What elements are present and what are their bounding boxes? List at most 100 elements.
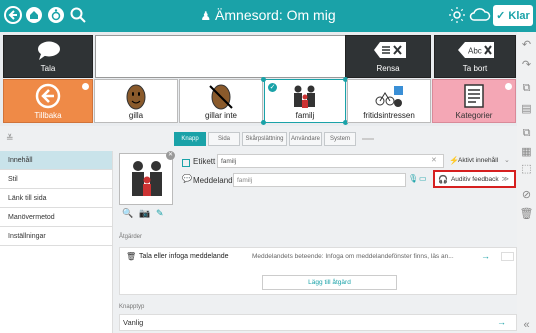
action-card: 🗑 Tala eller infoga meddelande Meddeland…: [119, 247, 517, 295]
sidebar-item-label: Stil: [8, 175, 18, 183]
tab-knapp-label: Knapp: [181, 136, 199, 142]
back-tile[interactable]: Tillbaka: [3, 79, 93, 123]
text-label-icon: [182, 159, 190, 167]
tile-kategorier[interactable]: Kategorier: [432, 79, 516, 123]
backspace-icon: Abc: [458, 42, 494, 58]
talk-label: Tala: [40, 64, 56, 73]
section-knapptyp: Knapptyp: [119, 304, 145, 310]
drag-handle-icon[interactable]: [501, 252, 514, 261]
symbol-image[interactable]: ✕: [119, 151, 175, 205]
page-icon: ♟: [200, 9, 212, 23]
tab-system-label: System: [329, 136, 350, 142]
duplicate-icon[interactable]: ⧉: [520, 127, 533, 140]
camera-icon[interactable]: 📷: [139, 208, 150, 219]
tile-familj-label: familj: [295, 111, 315, 120]
clear-field-icon[interactable]: ✕: [431, 156, 437, 164]
meddelande-placeholder: familj: [237, 176, 253, 184]
delete-label: Ta bort: [462, 64, 488, 73]
collapse-icon[interactable]: «: [520, 318, 533, 331]
redo-icon[interactable]: ↷: [520, 58, 533, 71]
resize-handle-icon[interactable]: [261, 120, 266, 125]
settings-sidebar: Innehåll Stil Länk till sida Manövermeto…: [0, 151, 113, 333]
talk-button[interactable]: Tala: [3, 35, 93, 78]
page-title-text: Ämnesord: Om mig: [215, 7, 336, 23]
clear-label: Rensa: [376, 64, 400, 73]
sidebar-item-installningar[interactable]: Inställningar: [0, 227, 112, 246]
sidebar-item-label: Länk till sida: [8, 194, 47, 202]
sidebar-item-label: Manövermetod: [8, 213, 55, 221]
svg-text:Abc: Abc: [468, 47, 482, 56]
add-action-label: Lägg till åtgärd: [308, 279, 351, 286]
collapse-panel-icon[interactable]: ≚: [6, 133, 14, 144]
sidebar-item-stil[interactable]: Stil: [0, 170, 112, 189]
sidebar-item-lank-till-sida[interactable]: Länk till sida: [0, 189, 112, 208]
meddelande-input[interactable]: familj: [233, 173, 406, 187]
tab-anvandare[interactable]: Användare: [289, 132, 322, 146]
aktivt-innehall-label[interactable]: Aktivt innehåll: [458, 157, 498, 164]
copy-icon[interactable]: ⧉: [520, 82, 533, 95]
categories-icon: [464, 84, 484, 108]
tab-sida[interactable]: Sida: [208, 132, 240, 146]
dislike-face-icon: [209, 84, 233, 110]
editor-tabs-row: ≚ Knapp Sida Skårpslättning Användare Sy…: [0, 126, 517, 151]
sidebar-item-innehall[interactable]: Innehåll: [0, 151, 112, 170]
auditiv-feedback-button[interactable]: 🎧 Auditiv feedback ≫: [433, 170, 516, 188]
sidebar-item-manovermetod[interactable]: Manövermetod: [0, 208, 112, 227]
tile-fritidsintressen-label: fritidsintressen: [363, 111, 415, 120]
top-bar: ♟ Ämnesord: Om mig ✓ Klar: [0, 0, 536, 32]
trash-icon[interactable]: 🗑: [126, 252, 136, 261]
tab-skarpslattning[interactable]: Skårpslättning: [242, 132, 287, 146]
paste-icon[interactable]: ▤: [520, 102, 533, 115]
action-description: Meddelandets beteende: Infoga om meddela…: [252, 253, 454, 260]
tile-kategorier-label: Kategorier: [455, 111, 493, 120]
arrow-right-icon[interactable]: →: [481, 251, 490, 261]
knapptyp-select[interactable]: Vanlig →: [119, 314, 517, 331]
tile-fritidsintressen[interactable]: fritidsintressen: [347, 79, 431, 123]
resize-handle-icon[interactable]: [261, 77, 266, 82]
etikett-input[interactable]: familj: [217, 154, 444, 168]
sidebar-item-label: Inställningar: [8, 232, 46, 240]
family-icon: [294, 85, 315, 108]
expand-icon: ≫: [501, 176, 509, 183]
cloud-icon[interactable]: [468, 5, 492, 25]
chevron-down-icon[interactable]: ⌄: [504, 156, 510, 164]
tab-overflow-icon[interactable]: [362, 138, 374, 140]
tile-gillar-inte-label: gillar inte: [204, 111, 237, 120]
folder-dot-icon: [82, 83, 89, 90]
delete-button[interactable]: Abc Ta bort: [434, 35, 516, 78]
sidebar-item-label: Innehåll: [8, 156, 33, 164]
content-panel: ✕ 🔍 📷 ✎ Etikett familj ✕ ⚡ Aktivt innehå…: [113, 151, 517, 333]
tab-system[interactable]: System: [324, 132, 356, 146]
meddelande-label: Meddelande: [193, 176, 238, 185]
trash-icon[interactable]: 🗑: [520, 207, 534, 220]
done-button[interactable]: ✓ Klar: [493, 5, 533, 26]
auditiv-feedback-label: Auditiv feedback: [450, 175, 499, 183]
section-atgarder: Åtgärder: [119, 234, 143, 240]
hobbies-icon: [375, 86, 403, 107]
tab-skarpslattning-label: Skårpslättning: [245, 136, 284, 142]
tile-gillar-inte[interactable]: gillar inte: [179, 79, 263, 123]
speech-bubble-icon: [38, 41, 60, 60]
add-action-button[interactable]: Lägg till åtgärd: [262, 275, 397, 290]
tab-knapp[interactable]: Knapp: [174, 132, 206, 146]
search-symbol-icon[interactable]: 🔍: [122, 208, 133, 219]
clear-icon: [374, 42, 406, 58]
grid-icon[interactable]: ▦: [520, 145, 533, 158]
like-face-icon: [126, 84, 146, 110]
tile-gilla[interactable]: gilla: [94, 79, 178, 123]
hide-icon[interactable]: ⊘: [520, 188, 533, 201]
microphone-icon[interactable]: 🎙: [408, 174, 418, 183]
eyedropper-icon[interactable]: ✎: [156, 208, 164, 219]
select-area-icon[interactable]: ⬚: [520, 162, 533, 175]
clear-button[interactable]: Rensa: [345, 35, 431, 78]
folder-icon[interactable]: ▭: [419, 174, 427, 183]
headphones-icon: 🎧: [438, 174, 448, 184]
speech-bubble-icon: 💬: [182, 174, 192, 183]
action-title[interactable]: Tala eller infoga meddelande: [139, 253, 229, 260]
tab-sida-label: Sida: [217, 136, 230, 142]
remove-image-icon[interactable]: ✕: [166, 151, 175, 160]
undo-icon[interactable]: ↶: [520, 38, 533, 51]
tile-familj[interactable]: ✓ familj: [264, 79, 346, 123]
etikett-label: Etikett: [193, 157, 216, 166]
sun-icon[interactable]: [447, 5, 467, 25]
